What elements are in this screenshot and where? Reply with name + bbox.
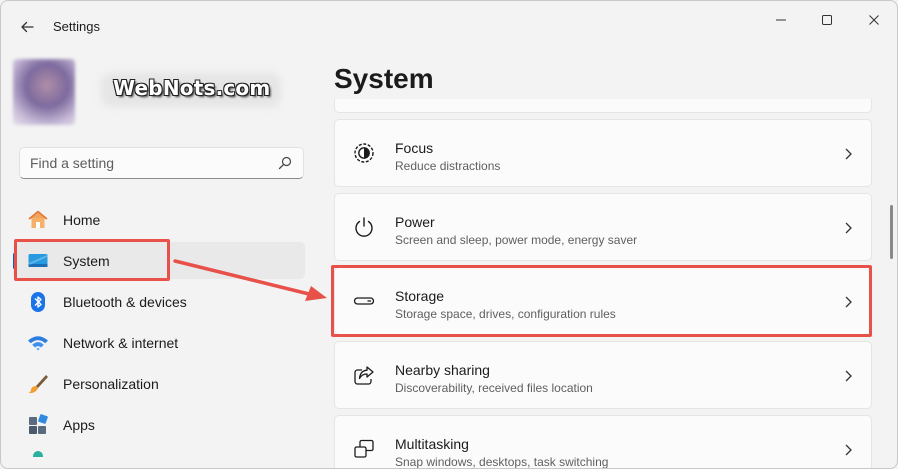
back-arrow-icon — [21, 21, 34, 33]
annotation-arrow — [173, 259, 327, 301]
sidebar-item-apps[interactable]: Apps — [13, 406, 305, 443]
account-icon — [33, 451, 43, 457]
chevron-right-icon — [845, 148, 852, 160]
search-icon[interactable] — [278, 156, 292, 170]
sidebar-item-label: Apps — [63, 417, 95, 433]
close-icon — [869, 15, 879, 25]
settings-window: Settings WebNots.com Home — [0, 0, 898, 469]
search-box[interactable] — [19, 147, 304, 179]
sidebar-item-label: Home — [63, 212, 101, 228]
focus-icon — [354, 143, 374, 163]
app-title: Settings — [53, 19, 100, 34]
card-multitasking[interactable]: Multitasking Snap windows, desktops, tas… — [334, 415, 872, 469]
title-bar: Settings — [1, 1, 897, 51]
bluetooth-icon — [31, 292, 45, 312]
sidebar-item-network[interactable]: Network & internet — [13, 324, 305, 361]
minimize-button[interactable] — [761, 7, 801, 33]
card-description: Screen and sleep, power mode, energy sav… — [395, 233, 638, 247]
card-nearby-sharing[interactable]: Nearby sharing Discoverability, received… — [334, 341, 872, 409]
highlight-box-storage — [331, 265, 872, 337]
chevron-right-icon — [845, 222, 852, 234]
sidebar-item-label: Personalization — [63, 376, 159, 392]
chevron-right-icon — [845, 370, 852, 382]
card-partial[interactable] — [334, 99, 872, 113]
avatar[interactable] — [13, 59, 75, 125]
card-focus[interactable]: Focus Reduce distractions — [334, 119, 872, 187]
highlight-box-system — [14, 239, 170, 281]
maximize-icon — [822, 15, 832, 25]
card-description: Discoverability, received files location — [395, 381, 593, 395]
card-title: Focus — [395, 140, 434, 156]
multitasking-icon — [354, 439, 374, 458]
wifi-icon — [28, 336, 48, 351]
watermark: WebNots.com — [113, 76, 271, 100]
apps-icon — [29, 414, 48, 434]
back-button[interactable] — [13, 13, 41, 41]
minimize-icon — [776, 19, 786, 21]
card-title: Power — [395, 214, 435, 230]
power-icon — [355, 217, 373, 237]
sidebar-item-label: Network & internet — [63, 335, 179, 351]
card-description: Snap windows, desktops, task switching — [395, 455, 609, 469]
sidebar-item-label: Bluetooth & devices — [63, 294, 187, 310]
sidebar-item-partial[interactable] — [13, 447, 305, 457]
share-icon — [354, 366, 374, 385]
close-button[interactable] — [854, 7, 894, 33]
maximize-button[interactable] — [807, 7, 847, 33]
search-input[interactable] — [30, 155, 270, 171]
sidebar-item-home[interactable]: Home — [13, 201, 305, 238]
card-power[interactable]: Power Screen and sleep, power mode, ener… — [334, 193, 872, 261]
card-description: Reduce distractions — [395, 159, 501, 173]
page-title: System — [334, 63, 434, 94]
card-title: Multitasking — [395, 436, 469, 452]
chevron-right-icon — [845, 444, 852, 456]
brush-icon — [28, 375, 48, 394]
scrollbar-thumb[interactable] — [890, 205, 893, 259]
card-title: Nearby sharing — [395, 362, 490, 378]
sidebar-item-personalization[interactable]: Personalization — [13, 365, 305, 402]
home-icon — [28, 210, 48, 228]
